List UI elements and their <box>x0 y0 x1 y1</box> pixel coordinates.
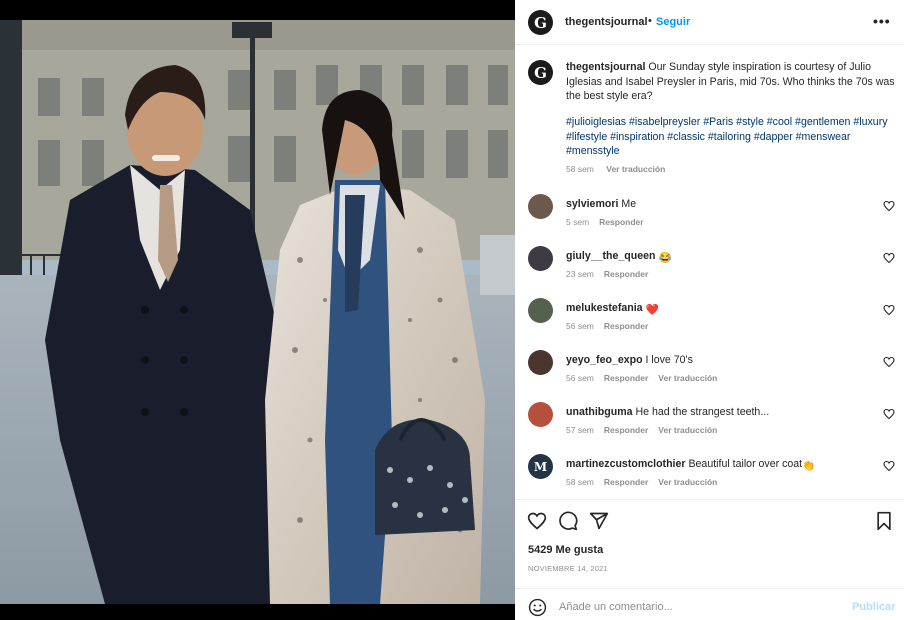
likes-count[interactable]: 5429 Me gusta <box>528 544 603 556</box>
comment-emoji: 👏 <box>802 460 816 472</box>
comment-meta: 56 sem Responder Ver traducción <box>566 373 727 383</box>
comment-like-heart-icon[interactable] <box>883 356 895 368</box>
post-header: G thegentsjournal • Seguir ••• <box>515 0 904 45</box>
caption-text: thegentsjournal Our Sunday style inspira… <box>566 60 896 104</box>
author-avatar[interactable]: G <box>528 10 553 35</box>
caption-author-username[interactable]: thegentsjournal <box>566 61 645 73</box>
ellipsis-icon[interactable]: ••• <box>873 13 895 31</box>
comment-age: 5 sem <box>566 217 590 227</box>
comment-avatar[interactable] <box>528 298 553 323</box>
comment-avatar[interactable] <box>528 402 553 427</box>
post-date: NOVIEMBRE 14, 2021 <box>528 564 608 573</box>
comment-avatar[interactable] <box>528 246 553 271</box>
comment-age: 56 sem <box>566 373 594 383</box>
reply-button[interactable]: Responder <box>604 373 648 383</box>
caption-author-avatar[interactable]: G <box>528 60 553 85</box>
caption-translate-link[interactable]: Ver traducción <box>606 164 665 174</box>
comment-meta: 5 sem Responder <box>566 217 654 227</box>
comment-username[interactable]: yeyo_feo_expo <box>566 354 643 366</box>
comment-translate-link[interactable]: Ver traducción <box>658 373 717 383</box>
post-detail-panel: G thegentsjournal • Seguir ••• G thegent… <box>515 0 904 620</box>
comment-username[interactable]: unathibguma <box>566 406 633 418</box>
paper-plane-icon[interactable] <box>589 511 609 531</box>
caption-meta: 58 sem Ver traducción <box>566 164 675 174</box>
smiley-icon[interactable] <box>528 598 547 617</box>
reply-button[interactable]: Responder <box>604 269 648 279</box>
comment-age: 58 sem <box>566 477 594 487</box>
comment-username[interactable]: melukestefania <box>566 302 643 314</box>
post-photo[interactable] <box>0 0 515 620</box>
comment-line: martinezcustomclothier Beautiful tailor … <box>566 458 815 472</box>
comment-item: melukestefania ❤️ 56 sem Responder <box>528 298 898 346</box>
instagram-post-window: G thegentsjournal • Seguir ••• G thegent… <box>0 0 904 620</box>
comment-avatar[interactable] <box>528 194 553 219</box>
comment-avatar[interactable] <box>528 350 553 375</box>
reply-button[interactable]: Responder <box>599 217 643 227</box>
post-actions: 5429 Me gusta NOVIEMBRE 14, 2021 <box>515 499 904 586</box>
comment-username[interactable]: sylviemori <box>566 198 618 210</box>
comment-line: yeyo_feo_expo I love 70's <box>566 354 693 366</box>
comment-item: Mmartinezcustomclothier Beautiful tailor… <box>528 454 898 498</box>
comment-like-heart-icon[interactable] <box>883 408 895 420</box>
comment-like-heart-icon[interactable] <box>883 304 895 316</box>
heart-outline-icon[interactable] <box>527 511 547 531</box>
bookmark-icon[interactable] <box>874 511 894 531</box>
comment-item: unathibguma He had the strangest teeth..… <box>528 402 898 450</box>
comment-age: 23 sem <box>566 269 594 279</box>
comment-item: sylviemori Me 5 sem Responder <box>528 194 898 242</box>
comment-avatar[interactable]: M <box>528 454 553 479</box>
comment-age: 56 sem <box>566 321 594 331</box>
comment-emoji: 😂 <box>658 252 672 264</box>
photo-letterbox-top <box>0 0 515 20</box>
comments-scroll-area[interactable]: G thegentsjournal Our Sunday style inspi… <box>515 46 904 498</box>
comment-text: I love 70's <box>645 354 693 366</box>
comment-meta: 56 sem Responder <box>566 321 658 331</box>
follow-button[interactable]: Seguir <box>656 16 690 28</box>
comment-meta: 57 sem Responder Ver traducción <box>566 425 727 435</box>
comment-input[interactable]: Añade un comentario... <box>559 601 673 613</box>
comment-item: yeyo_feo_expo I love 70's 56 sem Responder… <box>528 350 898 398</box>
comment-age: 57 sem <box>566 425 594 435</box>
comment-text: Me <box>621 198 637 210</box>
comment-line: giuly__the_queen 😂 <box>566 250 672 264</box>
comment-meta: 58 sem Responder Ver traducción <box>566 477 727 487</box>
post-image <box>0 20 515 604</box>
comment-bubble-icon[interactable] <box>558 511 578 531</box>
publish-button[interactable]: Publicar <box>852 601 895 613</box>
comment-line: sylviemori Me <box>566 198 636 210</box>
comment-like-heart-icon[interactable] <box>883 460 895 472</box>
caption-hashtags[interactable]: #julioiglesias #isabelpreysler #Paris #s… <box>566 115 896 159</box>
comment-text: He had the strangest teeth... <box>635 406 770 418</box>
author-username[interactable]: thegentsjournal <box>565 16 648 28</box>
comment-username[interactable]: giuly__the_queen <box>566 250 655 262</box>
separator-dot: • <box>648 15 652 27</box>
photo-letterbox-bottom <box>0 604 515 620</box>
comment-meta: 23 sem Responder <box>566 269 658 279</box>
comment-line: unathibguma He had the strangest teeth..… <box>566 406 769 418</box>
comment-line: melukestefania ❤️ <box>566 302 659 316</box>
comment-text: Beautiful tailor over coat <box>688 458 803 470</box>
comment-emoji: ❤️ <box>645 304 659 316</box>
add-comment-bar: Añade un comentario... Publicar <box>515 588 904 620</box>
reply-button[interactable]: Responder <box>604 477 648 487</box>
comment-username[interactable]: martinezcustomclothier <box>566 458 686 470</box>
comment-translate-link[interactable]: Ver traducción <box>658 477 717 487</box>
caption-age: 58 sem <box>566 164 594 174</box>
comment-like-heart-icon[interactable] <box>883 200 895 212</box>
reply-button[interactable]: Responder <box>604 321 648 331</box>
comment-like-heart-icon[interactable] <box>883 252 895 264</box>
comment-item: giuly__the_queen 😂 23 sem Responder <box>528 246 898 294</box>
comment-translate-link[interactable]: Ver traducción <box>658 425 717 435</box>
reply-button[interactable]: Responder <box>604 425 648 435</box>
